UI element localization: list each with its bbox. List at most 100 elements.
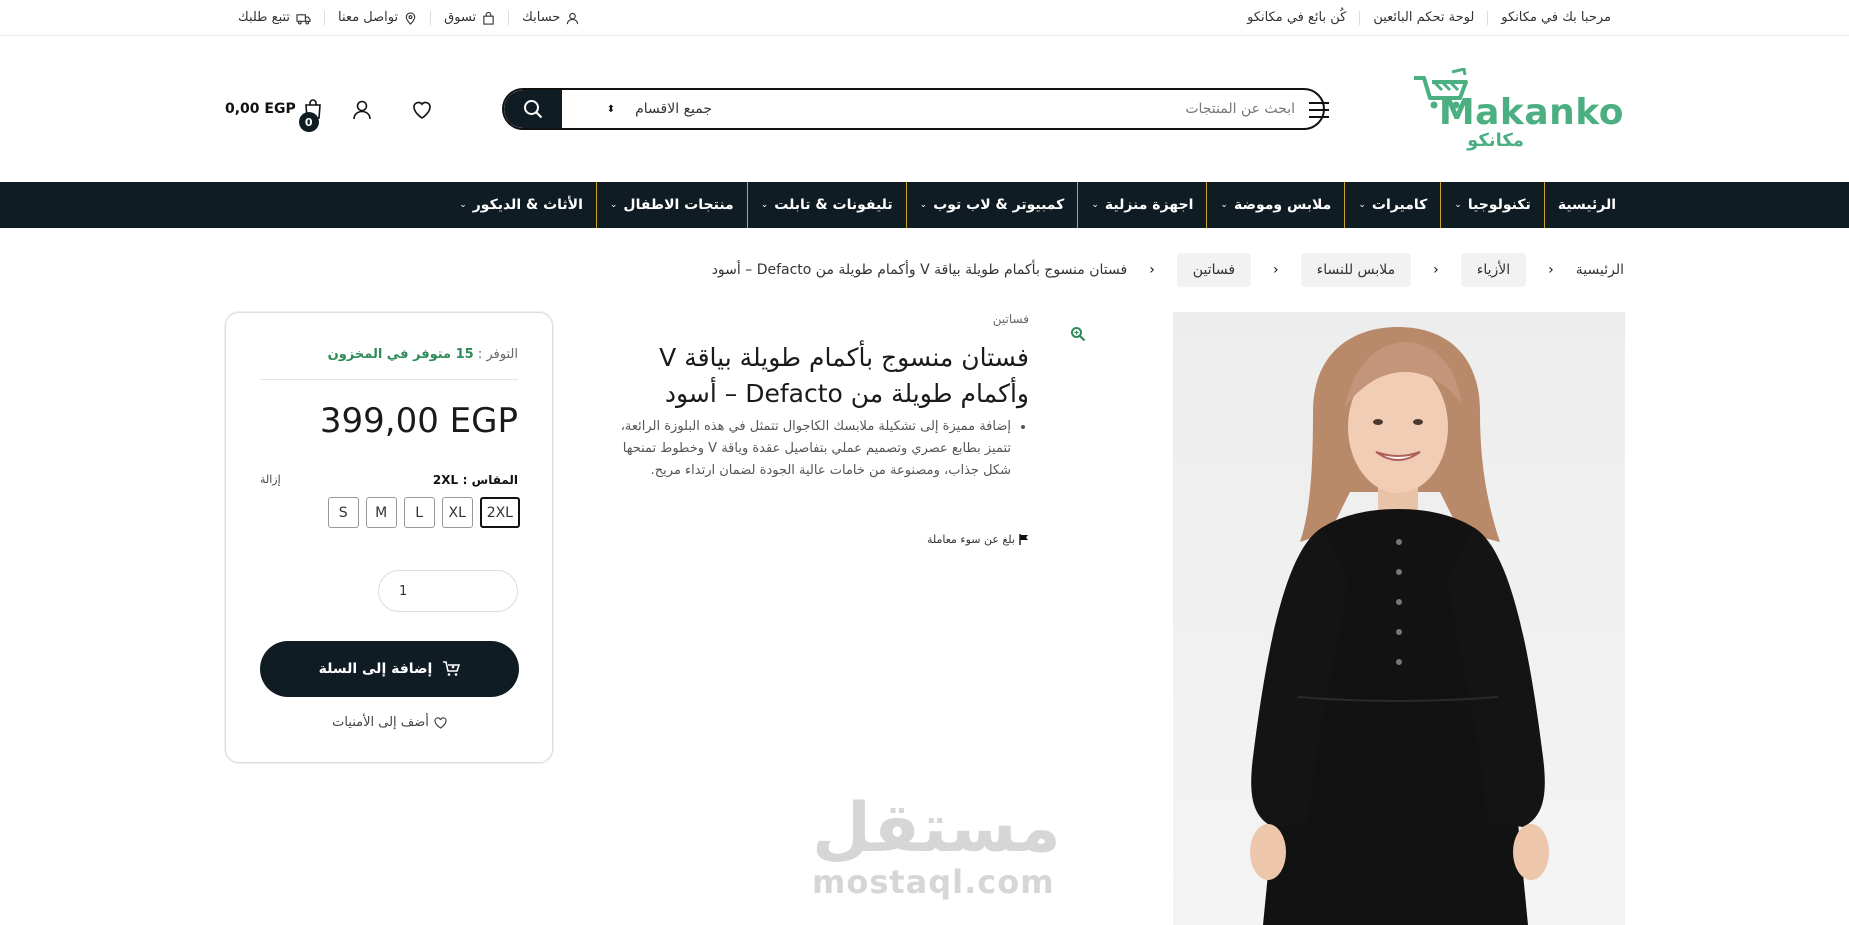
divider xyxy=(260,379,518,380)
size-option-m[interactable]: M xyxy=(365,497,397,528)
nav-item-fashion[interactable]: ملابس وموضة ⌄ xyxy=(1206,182,1344,228)
top-bar-left: حسابك تسوق تواصل معنا تتبع طلبك xyxy=(225,0,592,36)
contact-label: تواصل معنا xyxy=(338,10,399,25)
size-option-s[interactable]: S xyxy=(327,497,359,528)
category-select[interactable]: جميع الاقسام ⬍ xyxy=(562,90,712,128)
product-price: 399,00 EGP xyxy=(319,401,518,441)
main-nav: الرئيسية تكنولوجيا ⌄ كاميرات ⌄ ملابس وموضة… xyxy=(0,182,1849,228)
become-vendor-label: كُن بائع في مكانكو xyxy=(1247,10,1347,25)
product-image[interactable] xyxy=(1173,312,1625,925)
cart-count-badge: 0 xyxy=(298,112,319,132)
add-cart-icon xyxy=(443,661,461,676)
breadcrumb-fashion[interactable]: الأزياء xyxy=(1460,253,1527,287)
add-to-cart-button[interactable]: إضافة إلى السلة xyxy=(260,641,519,697)
track-order-label: تتبع طلبك xyxy=(238,10,291,25)
nav-label: ملابس وموضة xyxy=(1233,197,1332,213)
chevron-left-icon: ‹ xyxy=(1273,262,1279,278)
watermark: مستقل mostaql.com xyxy=(812,789,1061,901)
quantity-input[interactable]: 1 xyxy=(378,570,518,612)
nav-label: الرئيسية xyxy=(1557,197,1616,213)
breadcrumb-home[interactable]: الرئيسية xyxy=(1576,253,1624,287)
become-vendor-link[interactable]: كُن بائع في مكانكو xyxy=(1234,11,1359,25)
watermark-ar: مستقل xyxy=(812,789,1061,868)
size-label: المقاس : 2XL xyxy=(433,473,518,488)
search-input[interactable] xyxy=(712,90,1323,128)
nav-item-kids[interactable]: منتجات الاطفال ⌄ xyxy=(595,182,747,228)
cart-bag: 0 xyxy=(298,98,324,132)
size-options: 2XL XL L M S xyxy=(327,497,520,528)
breadcrumb-dresses[interactable]: فساتين xyxy=(1176,253,1252,287)
category-select-value: جميع الاقسام xyxy=(635,101,712,117)
breadcrumb: الرئيسية ‹ الأزياء ‹ ملابس للنساء ‹ فسات… xyxy=(712,253,1624,287)
brand-name: Makanko xyxy=(1438,92,1624,133)
user-icon xyxy=(567,12,579,24)
nav-label: تكنولوجيا xyxy=(1467,197,1531,213)
add-to-wishlist-link[interactable]: أضف إلى الأمنيات xyxy=(260,715,519,730)
purchase-box: التوفر : 15 متوفر في المخزون 399,00 EGP … xyxy=(225,312,553,763)
watermark-en: mostaql.com xyxy=(812,863,1055,901)
description-bullet: إضافة مميزة إلى تشكيلة ملابسك الكاجوال ت… xyxy=(599,416,1011,482)
report-abuse-link[interactable]: بلغ عن سوء معاملة xyxy=(927,533,1029,546)
heart-outline-icon xyxy=(434,716,447,729)
size-option-xl[interactable]: XL xyxy=(441,497,473,528)
report-abuse-label: بلغ عن سوء معاملة xyxy=(926,533,1015,546)
top-bar-right: مرحبا بك في مكانكو لوحة تحكم البائعين كُ… xyxy=(1234,0,1624,36)
size-option-2xl[interactable]: 2XL xyxy=(479,497,520,528)
nav-item-home-appliances[interactable]: اجهزة منزلية ⌄ xyxy=(1077,182,1206,228)
location-icon xyxy=(405,11,416,25)
chevron-down-icon: ⌄ xyxy=(919,200,928,210)
breadcrumb-current: فستان منسوج بأكمام طويلة بياقة V وأكمام … xyxy=(711,262,1128,278)
nav-item-phones[interactable]: تليفونات & تابلت ⌄ xyxy=(746,182,906,228)
size-label-text: المقاس : xyxy=(462,473,518,487)
contact-link[interactable]: تواصل معنا xyxy=(324,11,430,25)
truck-icon xyxy=(296,13,311,25)
top-bar: مرحبا بك في مكانكو لوحة تحكم البائعين كُ… xyxy=(0,0,1849,36)
quantity-value: 1 xyxy=(399,583,408,599)
product-category-link[interactable]: فساتين xyxy=(993,312,1029,326)
nav-label: منتجات الاطفال xyxy=(623,197,734,213)
cart-amount: 0,00 EGP xyxy=(225,101,296,117)
cart-button[interactable]: 0,00 EGP 0 xyxy=(225,98,324,132)
track-order-link[interactable]: تتبع طلبك xyxy=(225,11,324,25)
heart-icon[interactable] xyxy=(410,98,434,122)
chevron-down-icon: ⌄ xyxy=(609,200,618,210)
product-photo xyxy=(1250,327,1549,925)
welcome-text: مرحبا بك في مكانكو xyxy=(1487,11,1624,25)
nav-label: الأثاث & الديكور xyxy=(472,197,583,213)
product-description: إضافة مميزة إلى تشكيلة ملابسك الكاجوال ت… xyxy=(599,416,1029,482)
zoom-icon[interactable] xyxy=(1070,326,1086,342)
site-logo[interactable]: Makanko مكانكو xyxy=(1414,64,1634,154)
nav-item-technology[interactable]: تكنولوجيا ⌄ xyxy=(1440,182,1544,228)
nav-label: تليفونات & تابلت xyxy=(774,197,893,213)
nav-item-home[interactable]: الرئيسية xyxy=(1543,182,1629,228)
availability: التوفر : 15 متوفر في المخزون xyxy=(328,347,518,362)
clear-selection-link[interactable]: إزالة xyxy=(260,473,281,486)
size-option-l[interactable]: L xyxy=(403,497,435,528)
account-link[interactable]: حسابك xyxy=(508,11,592,25)
shop-link[interactable]: تسوق xyxy=(430,11,508,25)
select-arrows-icon: ⬍ xyxy=(606,103,616,115)
nav-item-furniture[interactable]: الأثاث & الديكور ⌄ xyxy=(446,182,596,228)
brand-name-ar: مكانكو xyxy=(1467,130,1524,151)
nav-item-computers[interactable]: كمبيوتر & لاب توب ⌄ xyxy=(905,182,1078,228)
breadcrumb-women[interactable]: ملابس للنساء xyxy=(1300,253,1412,287)
wishlist-label: أضف إلى الأمنيات xyxy=(332,715,429,730)
nav-label: اجهزة منزلية xyxy=(1104,197,1194,213)
search-icon xyxy=(524,100,543,119)
product-title: فستان منسوج بأكمام طويلة بياقة V وأكمام … xyxy=(659,343,1029,408)
flag-icon xyxy=(1019,534,1028,545)
account-icon[interactable] xyxy=(350,98,374,122)
chevron-down-icon: ⌄ xyxy=(760,200,769,210)
availability-label: التوفر : xyxy=(477,347,518,362)
search-button[interactable] xyxy=(504,90,562,128)
account-label: حسابك xyxy=(522,10,561,25)
chevron-left-icon: ‹ xyxy=(1548,262,1554,278)
add-to-cart-label: إضافة إلى السلة xyxy=(318,661,433,677)
welcome-label: مرحبا بك في مكانكو xyxy=(1501,10,1611,25)
nav-item-cameras[interactable]: كاميرات ⌄ xyxy=(1344,182,1440,228)
chevron-down-icon: ⌄ xyxy=(1358,200,1366,210)
search-bar: جميع الاقسام ⬍ xyxy=(502,88,1325,130)
nav-label: كمبيوتر & لاب توب xyxy=(933,197,1065,213)
chevron-left-icon: ‹ xyxy=(1433,262,1439,278)
vendor-dashboard-link[interactable]: لوحة تحكم البائعين xyxy=(1359,11,1487,25)
